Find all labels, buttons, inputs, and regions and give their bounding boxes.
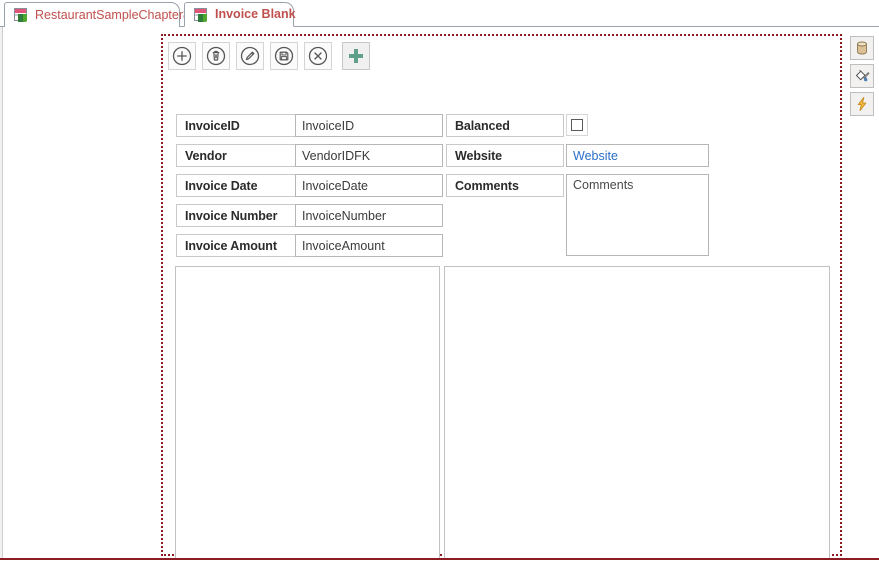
field-invoice-date[interactable]: InvoiceDate — [295, 174, 443, 197]
field-vendor[interactable]: VendorIDFK — [295, 144, 443, 167]
plus-circle-icon — [172, 46, 192, 66]
field-invoice-amount[interactable]: InvoiceAmount — [295, 234, 443, 257]
label-invoice-id: InvoiceID — [176, 114, 297, 137]
form-document-icon — [14, 8, 29, 22]
green-plus-icon — [349, 49, 363, 63]
form-view-body: InvoiceID Vendor Invoice Date Invoice Nu… — [0, 27, 879, 566]
trash-circle-icon — [206, 46, 226, 66]
side-icon-rail — [850, 36, 874, 116]
tab-invoice-blank[interactable]: Invoice Blank — [184, 2, 296, 27]
left-subform-panel[interactable] — [175, 266, 440, 559]
save-circle-icon — [274, 46, 294, 66]
field-website[interactable]: Website — [566, 144, 709, 167]
tab-label: RestaurantSampleChapter8 — [35, 7, 190, 22]
formatting-button[interactable] — [850, 64, 874, 88]
document-tab-strip: RestaurantSampleChapter8 Invoice Blank — [0, 0, 879, 27]
field-invoice-number[interactable]: InvoiceNumber — [295, 204, 443, 227]
left-edge-rail — [0, 27, 3, 558]
database-objects-button[interactable] — [850, 36, 874, 60]
label-balanced: Balanced — [446, 114, 564, 137]
form-document-icon — [194, 7, 209, 22]
checkbox-indicator — [571, 119, 583, 131]
paint-bucket-icon — [855, 69, 870, 82]
label-vendor: Vendor — [176, 144, 297, 167]
label-website: Website — [446, 144, 564, 167]
label-invoice-date: Invoice Date — [176, 174, 297, 197]
edit-record-button[interactable] — [236, 42, 264, 70]
right-subform-panel[interactable] — [444, 266, 830, 559]
lightning-bolt-icon — [857, 96, 867, 112]
close-circle-icon — [308, 46, 328, 66]
tab-restaurant-sample-chapter8[interactable]: RestaurantSampleChapter8 — [4, 2, 190, 27]
delete-record-button[interactable] — [202, 42, 230, 70]
bottom-accent-rule — [0, 558, 879, 560]
label-comments: Comments — [446, 174, 564, 197]
database-cylinder-icon — [857, 41, 867, 55]
form-design-surface[interactable]: InvoiceID Vendor Invoice Date Invoice Nu… — [161, 34, 842, 559]
tab-label: Invoice Blank — [215, 7, 296, 22]
add-record-button[interactable] — [168, 42, 196, 70]
checkbox-balanced[interactable] — [566, 114, 588, 136]
field-invoice-id[interactable]: InvoiceID — [295, 114, 443, 137]
field-comments[interactable]: Comments — [566, 174, 709, 256]
label-invoice-number: Invoice Number — [176, 204, 297, 227]
pencil-circle-icon — [240, 46, 260, 66]
record-toolbar — [168, 42, 370, 70]
label-invoice-amount: Invoice Amount — [176, 234, 297, 257]
new-item-button[interactable] — [342, 42, 370, 70]
actions-button[interactable] — [850, 92, 874, 116]
cancel-record-button[interactable] — [304, 42, 332, 70]
save-record-button[interactable] — [270, 42, 298, 70]
